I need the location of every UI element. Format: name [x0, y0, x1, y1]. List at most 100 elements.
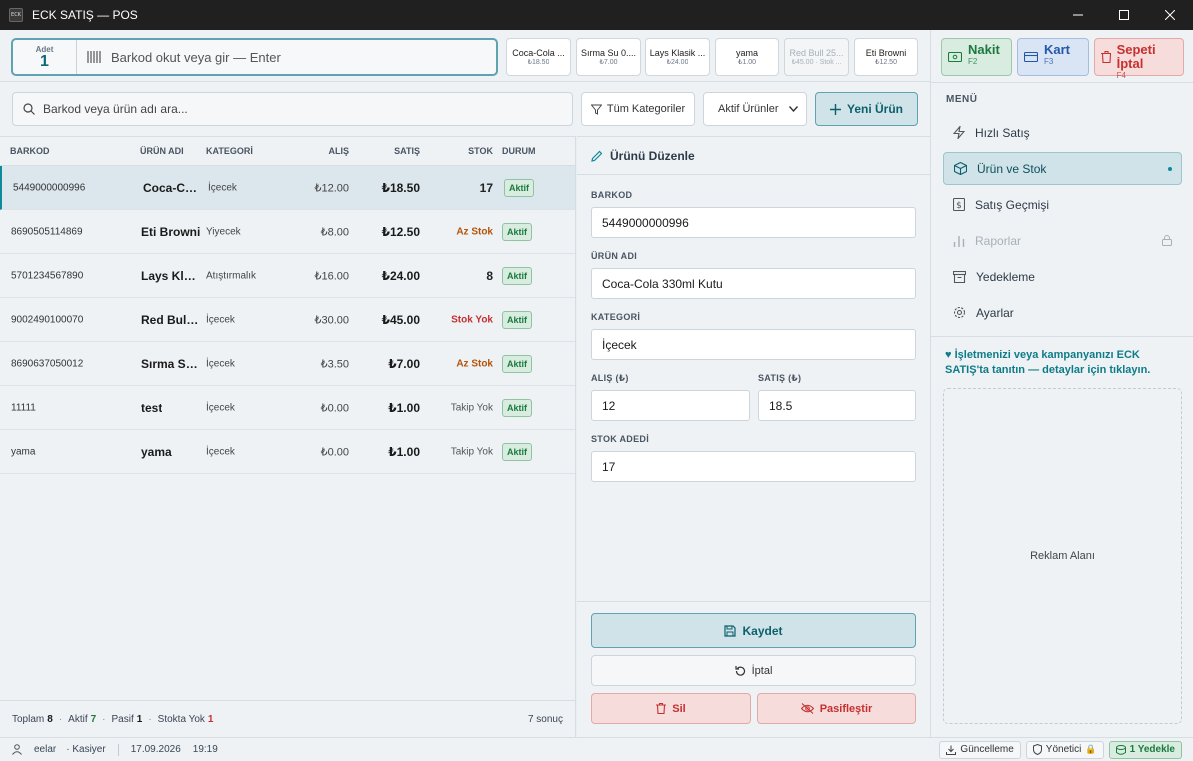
category-filter-button[interactable]: Tüm Kategoriler	[581, 92, 695, 126]
minimize-icon	[1073, 14, 1083, 16]
col-stock[interactable]: STOK	[468, 146, 493, 156]
col-status[interactable]: DURUM	[502, 146, 536, 156]
cell-barcode: 11111	[11, 402, 36, 413]
menu-item-backup[interactable]: Yedekleme	[943, 260, 1182, 293]
active-count: 7	[90, 713, 97, 725]
menu-item-sales-history[interactable]: $ Satış Geçmişi	[943, 188, 1182, 221]
search-input[interactable]	[43, 102, 572, 116]
stock-field[interactable]: 17	[591, 451, 916, 482]
status-filter-select[interactable]: Aktif Ürünler	[703, 92, 807, 126]
trash-icon	[656, 703, 667, 714]
cell-sell: ₺24.00	[381, 268, 420, 283]
quick-product-button[interactable]: Coca-Cola ... ₺18.50	[506, 38, 571, 76]
search-icon	[23, 103, 35, 115]
cell-stock: Az Stok	[456, 226, 493, 237]
pencil-icon	[591, 150, 603, 162]
buy-price-field[interactable]: 12	[591, 390, 750, 421]
status-badge: Aktif	[502, 310, 532, 329]
cancel-button[interactable]: İptal	[591, 655, 916, 686]
barcode-field[interactable]: 5449000000996	[591, 207, 916, 238]
quantity-value[interactable]: 1	[40, 53, 49, 70]
save-label: Kaydet	[742, 623, 783, 638]
sell-price-field[interactable]: 18.5	[758, 390, 916, 421]
menu-item-quick-sale[interactable]: Hızlı Satış	[943, 116, 1182, 149]
product-table: BARKOD ÜRÜN ADI KATEGORİ ALIŞ SATIŞ STOK…	[0, 136, 576, 700]
barcode-input[interactable]	[103, 49, 496, 65]
cell-name: test	[141, 400, 163, 415]
cash-shortcut: F2	[968, 57, 978, 66]
save-icon	[724, 624, 737, 637]
product-search[interactable]	[12, 92, 573, 126]
category-field[interactable]: İçecek	[591, 329, 916, 360]
deactivate-label: Pasifleştir	[819, 702, 873, 715]
card-shortcut: F3	[1044, 57, 1054, 66]
plus-icon	[829, 103, 841, 115]
category-filter-label: Tüm Kategoriler	[606, 103, 686, 115]
admin-button[interactable]: Yönetici 🔒	[1025, 740, 1104, 759]
cancel-cart-button[interactable]: Sepeti İptal F4	[1094, 38, 1184, 80]
cell-name: Coca-Cola 330ml Kutu	[143, 180, 203, 195]
quick-product-button[interactable]: Lays Klasik ... ₺24.00	[645, 38, 710, 76]
table-row[interactable]: 8690505114869 Eti Browni Yiyecek ₺8.00 ₺…	[0, 210, 575, 254]
current-time: 19:19	[192, 744, 218, 755]
admin-label: Yönetici	[1045, 744, 1082, 755]
minimize-button[interactable]	[1055, 0, 1101, 30]
cash-payment-button[interactable]: Nakit F2	[941, 38, 1012, 76]
save-button[interactable]: Kaydet	[591, 613, 916, 648]
menu-item-settings[interactable]: Ayarlar	[943, 296, 1182, 329]
ad-label: Reklam Alanı	[1030, 550, 1095, 562]
table-row[interactable]: 11111 test İçecek ₺0.00 ₺1.00 Takip Yok …	[0, 386, 575, 430]
svg-text:$: $	[956, 201, 962, 211]
barcode-scan-field[interactable]: Adet 1	[11, 38, 498, 76]
table-row[interactable]: 5449000000996 Coca-Cola 330ml Kutu İçece…	[0, 166, 575, 210]
lightning-icon	[953, 126, 965, 139]
new-product-button[interactable]: Yeni Ürün	[815, 92, 918, 126]
quick-product-button[interactable]: yama ₺1.00	[715, 38, 779, 76]
deactivate-button[interactable]: Pasifleştir	[757, 693, 916, 724]
menu-item-products-stock[interactable]: Ürün ve Stok	[943, 152, 1182, 185]
table-row[interactable]: 8690637050012 Sırma Su 0.5L İçecek ₺3.50…	[0, 342, 575, 386]
update-button[interactable]: Güncelleme	[939, 740, 1021, 759]
cell-barcode: 5449000000996	[13, 182, 86, 193]
ad-area[interactable]: Reklam Alanı	[943, 388, 1182, 724]
card-payment-button[interactable]: Kart F3	[1017, 38, 1089, 76]
table-row[interactable]: yama yama İçecek ₺0.00 ₺1.00 Takip Yok A…	[0, 430, 575, 474]
col-sell[interactable]: SATIŞ	[394, 146, 420, 156]
cell-barcode: 5701234567890	[11, 270, 84, 281]
col-category[interactable]: KATEGORİ	[206, 146, 253, 156]
col-barcode[interactable]: BARKOD	[10, 146, 50, 156]
download-icon	[946, 745, 957, 755]
table-row[interactable]: 9002490100070 Red Bull 250ml İçecek ₺30.…	[0, 298, 575, 342]
col-name[interactable]: ÜRÜN ADI	[140, 146, 184, 156]
out-of-stock-count: 1	[207, 713, 214, 725]
table-summary: Toplam 8 · Aktif 7 · Pasif 1 · Stokta Yok 1 …	[0, 700, 576, 737]
passive-label: Pasif	[111, 713, 134, 725]
gear-icon	[953, 306, 966, 319]
quick-product-name: Lays Klasik ...	[649, 48, 706, 58]
cell-buy: ₺0.00	[320, 402, 349, 414]
menu-item-label: Ürün ve Stok	[977, 161, 1047, 176]
quick-product-button[interactable]: Eti Browni ₺12.50	[854, 38, 918, 76]
promo-link[interactable]: ♥ İşletmenizi veya kampanyanızı ECK SATI…	[945, 348, 1181, 378]
quick-product-button[interactable]: Sırma Su 0.... ₺7.00	[576, 38, 641, 76]
quick-product-button-disabled[interactable]: Red Bull 25... ₺45.00 · Stok ...	[784, 38, 849, 76]
maximize-button[interactable]	[1101, 0, 1147, 30]
close-window-button[interactable]	[1147, 0, 1193, 30]
table-row[interactable]: 5701234567890 Lays Klasik Atıştırmalık ₺…	[0, 254, 575, 298]
status-badge: Aktif	[504, 178, 534, 197]
col-buy[interactable]: ALIŞ	[328, 146, 349, 156]
menu-item-reports[interactable]: Raporlar	[943, 224, 1182, 257]
total-count: 8	[47, 713, 53, 725]
cell-stock: 17	[479, 180, 493, 195]
product-name-field[interactable]: Coca-Cola 330ml Kutu	[591, 268, 916, 299]
backup-button[interactable]: 1 Yedekle	[1108, 740, 1182, 759]
quantity-box[interactable]: Adet 1	[13, 40, 77, 74]
cell-barcode: 8690637050012	[11, 358, 84, 369]
status-badge: Aktif	[502, 266, 532, 285]
out-of-stock-label: Stokta Yok	[157, 713, 205, 725]
cell-name: Sırma Su 0.5L	[141, 356, 201, 371]
title-bar: ECK ECK SATIŞ — POS	[0, 0, 1193, 30]
cell-stock: 8	[486, 268, 493, 283]
table-header: BARKOD ÜRÜN ADI KATEGORİ ALIŞ SATIŞ STOK…	[0, 137, 575, 166]
delete-button[interactable]: Sil	[591, 693, 751, 724]
